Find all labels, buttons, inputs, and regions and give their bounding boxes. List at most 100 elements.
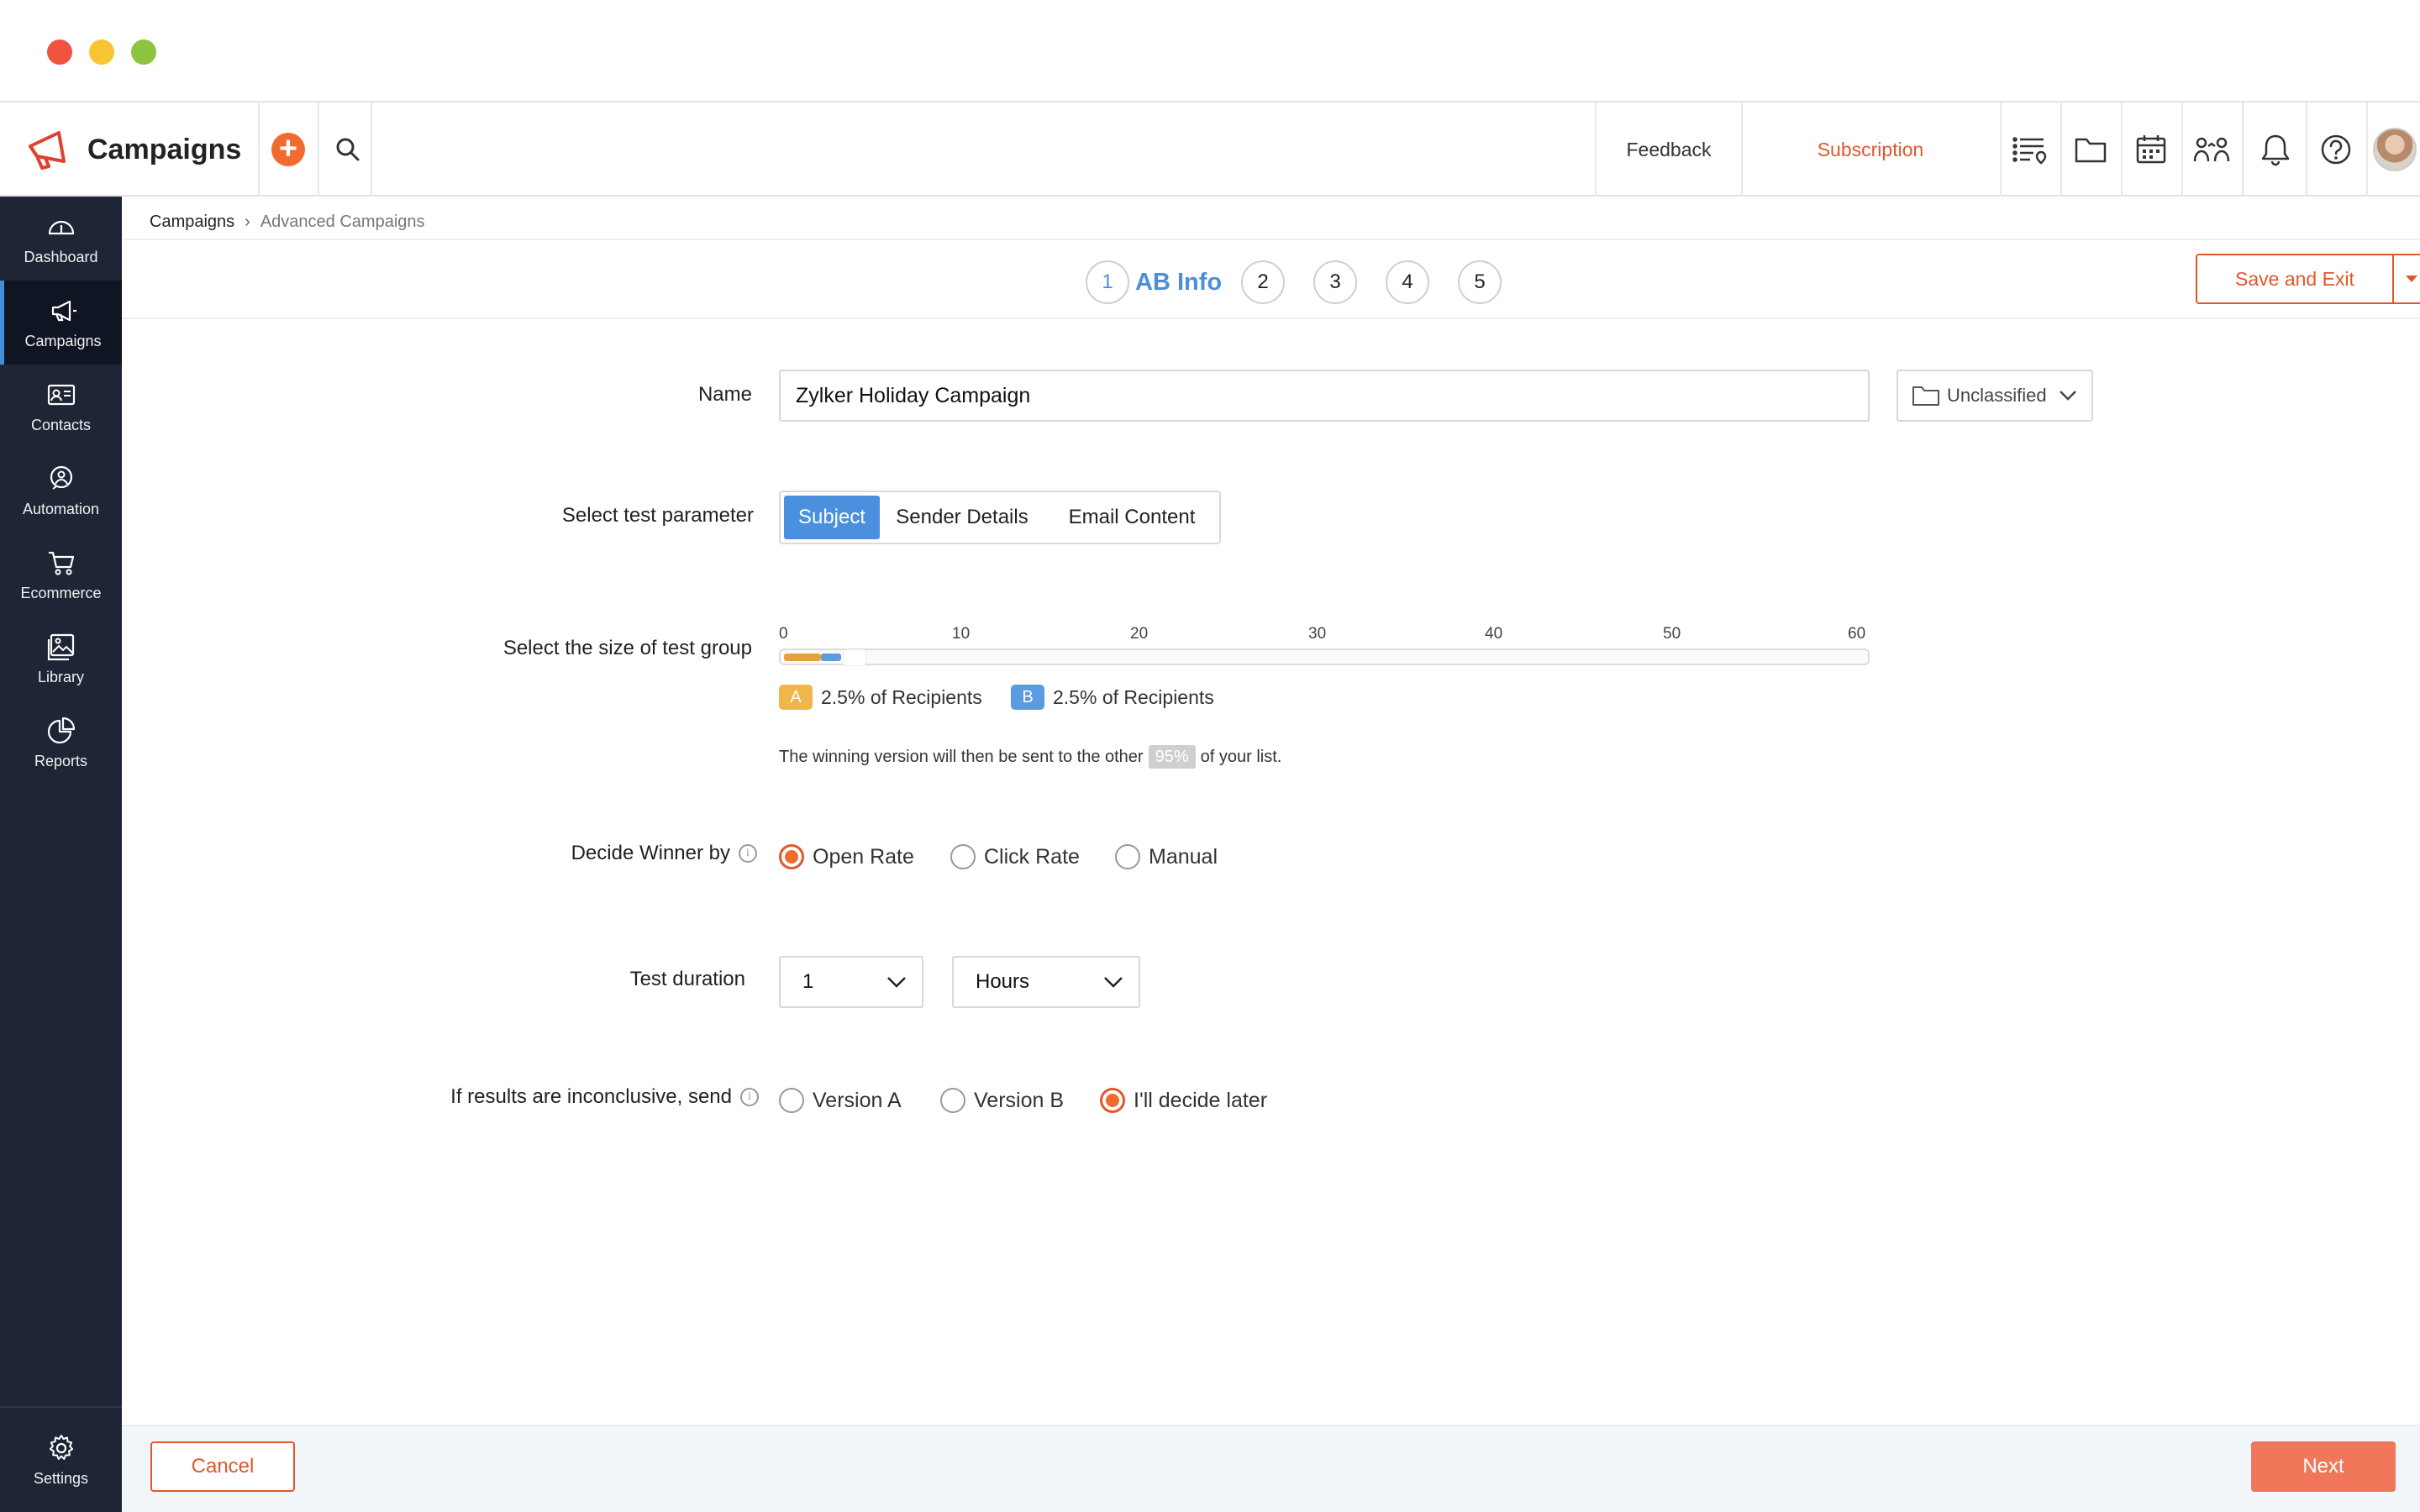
radio-decide-later[interactable]: I'll decide later bbox=[1100, 1084, 1267, 1117]
sidebar-item-contacts[interactable]: Contacts bbox=[0, 365, 122, 449]
cancel-button[interactable]: Cancel bbox=[150, 1441, 295, 1492]
test-group-slider-track[interactable] bbox=[779, 648, 1870, 665]
pie-chart-icon bbox=[47, 717, 75, 743]
app-brand[interactable]: Campaigns bbox=[25, 126, 241, 173]
slider-tick: 30 bbox=[1308, 625, 1327, 643]
breadcrumb-current: Advanced Campaigns bbox=[260, 212, 425, 231]
slider-tick: 0 bbox=[779, 625, 788, 643]
duration-unit: Hours bbox=[976, 970, 1030, 993]
info-icon[interactable]: i bbox=[739, 844, 757, 863]
sidebar-item-campaigns[interactable]: Campaigns bbox=[0, 281, 122, 365]
step-2[interactable]: 2 bbox=[1241, 260, 1285, 304]
megaphone-icon bbox=[51, 300, 76, 321]
next-button[interactable]: Next bbox=[2251, 1441, 2396, 1492]
sidebar-item-settings[interactable]: Settings bbox=[0, 1406, 122, 1512]
sidebar: Dashboard Campaigns Contacts Automation … bbox=[0, 197, 122, 1512]
step-3[interactable]: 3 bbox=[1313, 260, 1357, 304]
slider-tick: 60 bbox=[1848, 625, 1866, 643]
calendar-icon[interactable] bbox=[2121, 102, 2181, 197]
header-divider bbox=[318, 102, 319, 197]
test-param-sender-details[interactable]: Sender Details bbox=[888, 496, 1036, 539]
campaigns-logo-icon bbox=[29, 131, 66, 170]
save-and-exit-button[interactable]: Save and Exit bbox=[2196, 254, 2394, 304]
slider-fill-group-b bbox=[821, 654, 841, 661]
test-parameter-segmented: Subject Sender Details Email Content bbox=[779, 491, 1221, 544]
test-param-subject[interactable]: Subject bbox=[784, 496, 880, 539]
avatar[interactable] bbox=[2373, 128, 2417, 171]
folder-dropdown[interactable]: Unclassified bbox=[1897, 370, 2093, 422]
sidebar-item-label: Ecommerce bbox=[20, 584, 102, 601]
window-minimize-button[interactable] bbox=[89, 39, 114, 65]
radio-button[interactable] bbox=[779, 1088, 804, 1113]
feedback-link[interactable]: Feedback bbox=[1597, 102, 1741, 197]
step-1[interactable]: 1 bbox=[1086, 260, 1129, 304]
chevron-right-icon: › bbox=[245, 212, 250, 231]
wizard-steps: 1 AB Info 2 3 4 5 bbox=[122, 239, 2420, 319]
sidebar-item-library[interactable]: Library bbox=[0, 617, 122, 701]
group-b-text: 2.5% of Recipients bbox=[1053, 685, 1214, 708]
radio-click-rate[interactable]: Click Rate bbox=[950, 840, 1080, 874]
duration-value-select[interactable]: 1 bbox=[779, 956, 923, 1008]
radio-button[interactable] bbox=[779, 844, 804, 869]
header-divider bbox=[371, 102, 372, 197]
slider-tick: 10 bbox=[952, 625, 971, 643]
step-1-title: AB Info bbox=[1135, 269, 1223, 296]
sidebar-item-label: Contacts bbox=[30, 416, 92, 433]
group-b-legend: B 2.5% of Recipients bbox=[1011, 684, 1214, 711]
header-divider bbox=[258, 102, 260, 197]
radio-manual[interactable]: Manual bbox=[1115, 840, 1218, 874]
users-icon[interactable] bbox=[2181, 102, 2242, 197]
sidebar-item-dashboard[interactable]: Dashboard bbox=[0, 197, 122, 281]
sidebar-item-reports[interactable]: Reports bbox=[0, 701, 122, 785]
step-5[interactable]: 5 bbox=[1458, 260, 1502, 304]
test-param-email-content[interactable]: Email Content bbox=[1050, 496, 1214, 539]
save-options-dropdown[interactable] bbox=[2392, 254, 2420, 304]
radio-button[interactable] bbox=[1100, 1088, 1125, 1113]
radio-button[interactable] bbox=[950, 844, 976, 869]
form-footer: Cancel Next bbox=[122, 1425, 2420, 1512]
winning-percent-badge: 95% bbox=[1148, 745, 1196, 769]
radio-label: Manual bbox=[1149, 844, 1218, 869]
sidebar-item-label: Campaigns bbox=[24, 332, 102, 349]
radio-button[interactable] bbox=[940, 1088, 965, 1113]
help-icon[interactable] bbox=[2306, 102, 2366, 197]
sidebar-item-automation[interactable]: Automation bbox=[0, 449, 122, 533]
step-4[interactable]: 4 bbox=[1386, 260, 1429, 304]
radio-version-b[interactable]: Version B bbox=[940, 1084, 1064, 1117]
app-header: Campaigns + Feedback Subscription bbox=[0, 102, 2420, 197]
radio-label: Click Rate bbox=[984, 844, 1080, 869]
group-a-text: 2.5% of Recipients bbox=[821, 685, 982, 708]
radio-open-rate[interactable]: Open Rate bbox=[779, 840, 914, 874]
sidebar-item-label: Automation bbox=[22, 500, 100, 517]
search-icon[interactable] bbox=[333, 134, 363, 165]
slider-ticks: 0 10 20 30 40 50 60 bbox=[779, 625, 1871, 648]
gauge-icon bbox=[48, 220, 74, 234]
info-icon[interactable]: i bbox=[740, 1088, 759, 1106]
decide-winner-label: Decide Winner by bbox=[571, 842, 730, 864]
subscription-link[interactable]: Subscription bbox=[1743, 102, 1998, 197]
sidebar-item-label: Dashboard bbox=[24, 248, 98, 265]
sidebar-item-label: Library bbox=[37, 668, 85, 685]
main-content: Campaigns › Advanced Campaigns 1 AB Info… bbox=[122, 197, 2420, 1512]
duration-unit-select[interactable]: Hours bbox=[952, 956, 1140, 1008]
settings-label: Settings bbox=[33, 1469, 89, 1487]
add-new-button[interactable]: + bbox=[271, 133, 305, 166]
inconclusive-label-wrap: If results are inconclusive, send i bbox=[374, 1085, 759, 1109]
window-zoom-button[interactable] bbox=[131, 39, 156, 65]
radio-label: Version A bbox=[813, 1088, 902, 1112]
radio-button[interactable] bbox=[1115, 844, 1140, 869]
folder-value: Unclassified bbox=[1947, 385, 2047, 406]
campaign-name-input[interactable]: Zylker Holiday Campaign bbox=[779, 370, 1870, 422]
sidebar-item-ecommerce[interactable]: Ecommerce bbox=[0, 533, 122, 617]
radio-version-a[interactable]: Version A bbox=[779, 1084, 902, 1117]
breadcrumb-root[interactable]: Campaigns bbox=[150, 213, 234, 232]
chevron-down-icon bbox=[887, 977, 906, 988]
bell-icon[interactable] bbox=[2245, 102, 2306, 197]
window-close-button[interactable] bbox=[47, 39, 72, 65]
slider-tick: 40 bbox=[1485, 625, 1503, 643]
list-icon[interactable] bbox=[2000, 102, 2060, 197]
winning-suffix: of your list. bbox=[1200, 747, 1282, 766]
group-b-badge: B bbox=[1011, 685, 1044, 710]
slider-handle[interactable] bbox=[843, 649, 866, 666]
folder-icon[interactable] bbox=[2060, 102, 2121, 197]
